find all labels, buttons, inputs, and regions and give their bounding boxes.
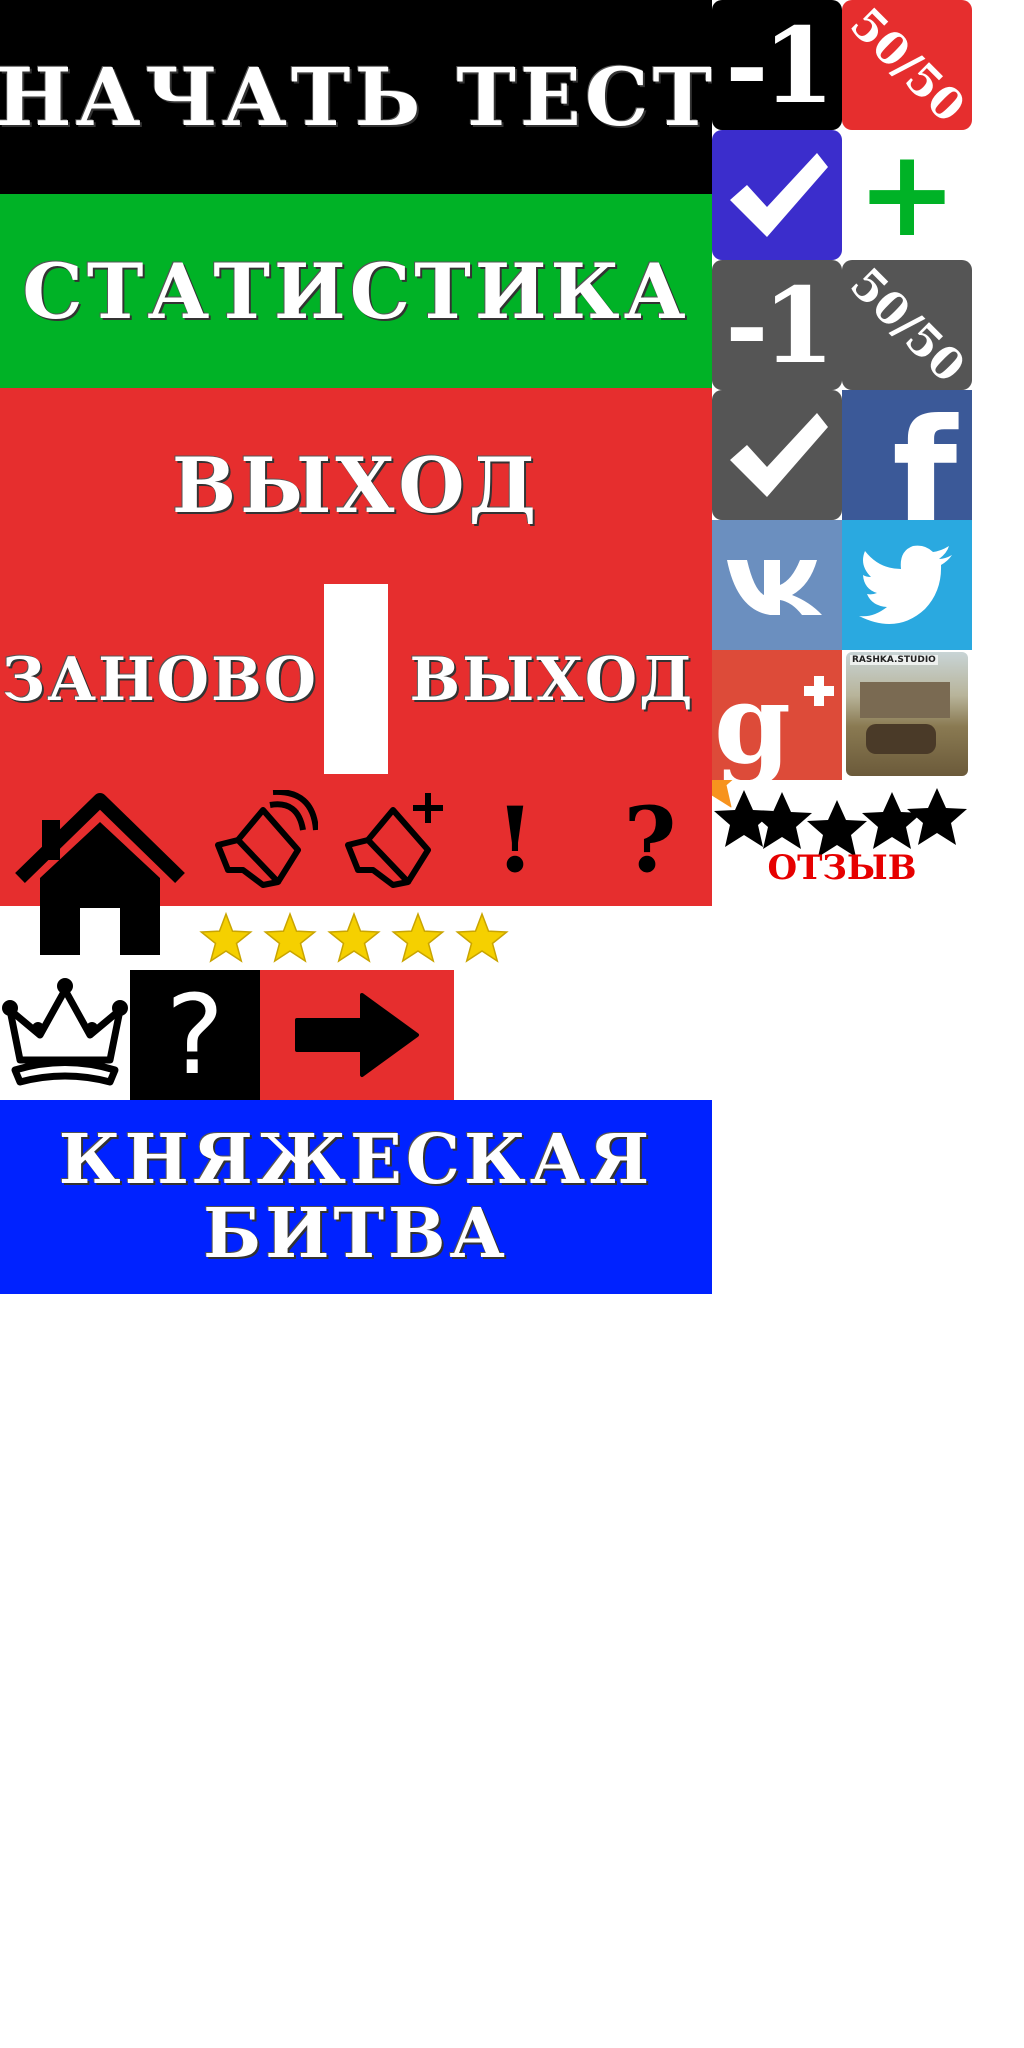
exclaim-icon[interactable]: ! [480,787,550,893]
studio-label: RASHKA.STUDIO [850,655,938,665]
minus-one-label: -1 [725,3,835,127]
check-button-purple[interactable] [712,130,842,260]
minus-one-label-disabled: -1 [725,263,835,387]
rating-stars[interactable] [194,906,518,970]
start-test-label: НАЧАТЬ ТЕСТ [0,50,717,144]
again-button[interactable]: ЗАНОВО [0,620,320,740]
google-plus-button[interactable]: g [712,650,842,780]
fifty-fifty-label: 50/50 [842,0,972,130]
studio-thumbnail-figures [866,724,936,754]
rating-star-5[interactable] [455,911,509,963]
home-icon[interactable] [10,790,190,960]
exclaim-glyph: ! [495,787,535,893]
plus-glyph: + [856,125,958,264]
exit-button[interactable]: ВЫХОД [0,420,712,550]
next-button[interactable] [260,970,454,1100]
divider-bar [324,584,388,774]
plus-button[interactable]: + [842,130,972,260]
fifty-fifty-button[interactable]: 50/50 [842,0,972,130]
sound-on-icon[interactable] [208,790,318,890]
review-button[interactable]: ОТЗЫВ [712,780,972,900]
statistics-button[interactable]: СТАТИСТИКА [0,194,712,388]
title-line-2: БИТВА [203,1194,509,1274]
statistics-label: СТАТИСТИКА [22,246,690,336]
crown-icon[interactable] [0,970,130,1100]
svg-text:g: g [714,659,791,780]
help-button-black[interactable]: ? [130,970,260,1100]
vk-button[interactable] [712,520,842,650]
title-line-1: КНЯЖЕСКАЯ [58,1120,654,1200]
facebook-button[interactable]: f [842,390,972,520]
fifty-fifty-button-disabled[interactable]: 50/50 [842,260,972,390]
fifty-fifty-label-disabled: 50/50 [842,260,972,390]
review-label: ОТЗЫВ [767,848,917,888]
sound-plus-icon[interactable] [338,790,448,890]
rating-star-3[interactable] [327,911,381,963]
minus-one-button-disabled[interactable]: -1 [712,260,842,390]
help-glyph: ? [623,787,677,893]
studio-thumbnail[interactable]: RASHKA.STUDIO [846,652,968,776]
game-title-banner: КНЯЖЕСКАЯ БИТВА [0,1100,712,1294]
exit-label-2: ВЫХОД [409,645,695,715]
minus-one-button[interactable]: -1 [712,0,842,130]
check-button-disabled[interactable] [712,390,842,520]
arrow-right-icon [295,993,419,1077]
check-icon-disabled [730,413,828,497]
google-plus-icon: g [714,659,834,780]
start-test-button[interactable]: НАЧАТЬ ТЕСТ [0,0,712,194]
twitter-button[interactable] [842,520,972,650]
exit-label: ВЫХОД [171,440,541,530]
vk-icon [727,560,822,615]
rating-star-1[interactable] [199,911,253,963]
help-icon[interactable]: ? [610,787,690,893]
rating-star-4[interactable] [391,911,445,963]
help-glyph-white: ? [165,971,225,1099]
twitter-icon [859,545,952,624]
rating-star-2[interactable] [263,911,317,963]
again-label: ЗАНОВО [1,645,319,715]
exit-button-2[interactable]: ВЫХОД [392,620,712,740]
studio-thumbnail-building [860,682,950,718]
check-icon [730,153,828,237]
facebook-icon: f [892,390,958,520]
